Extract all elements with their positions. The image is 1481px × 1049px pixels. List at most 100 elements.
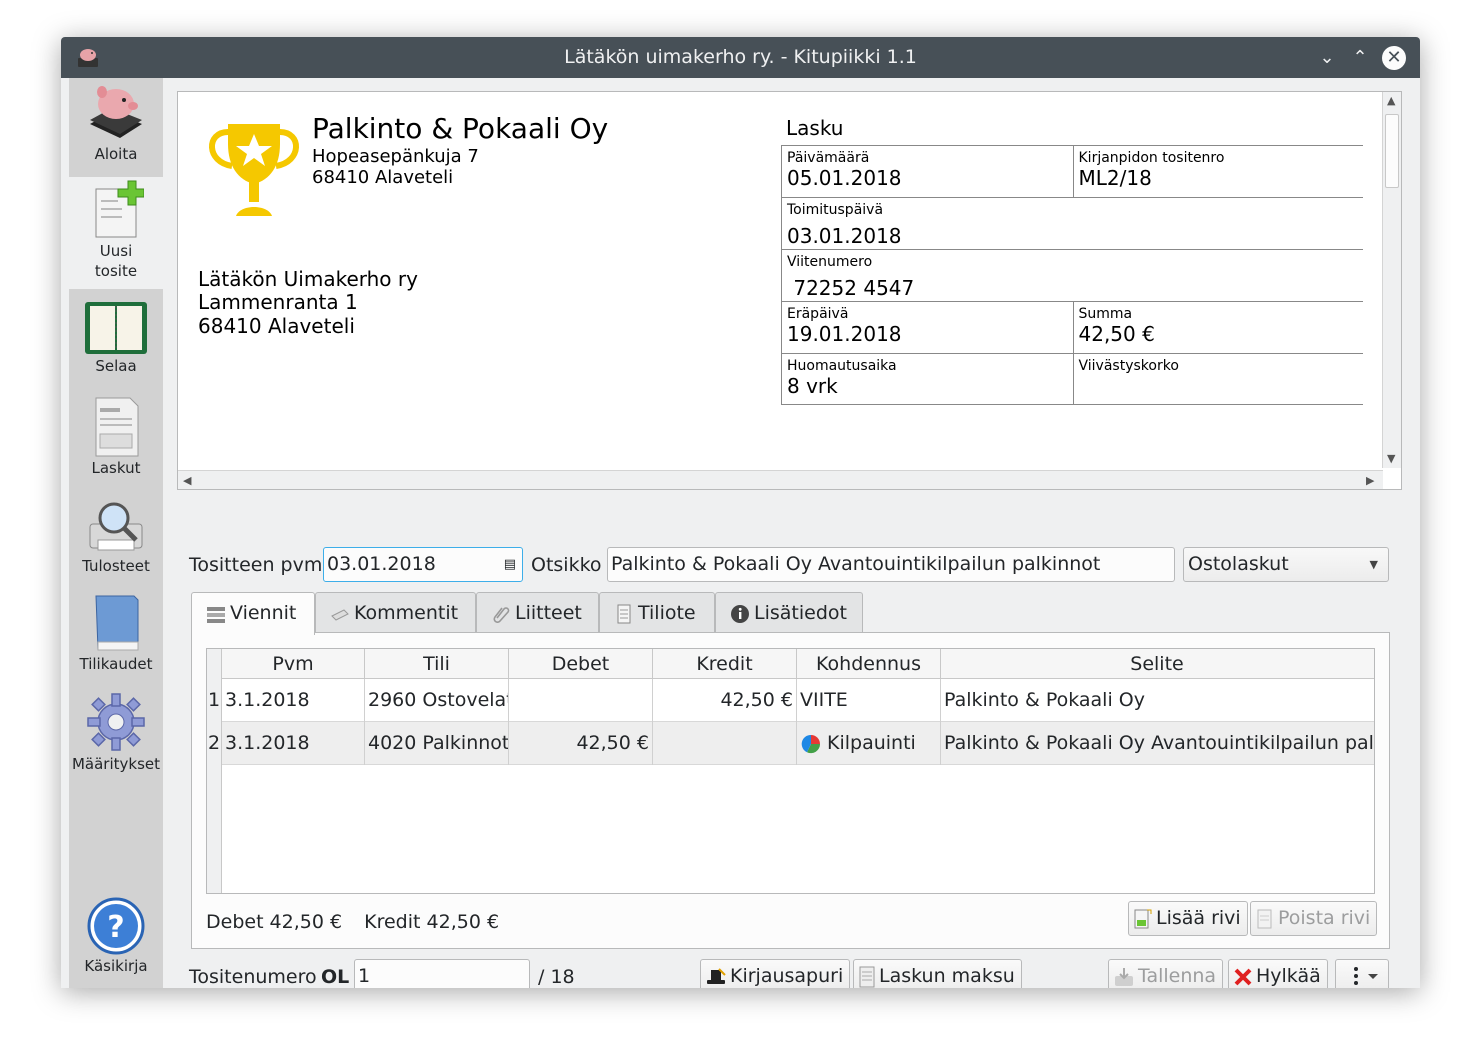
- customer-name: Lätäkön Uimakerho ry: [198, 267, 418, 291]
- red-cross-icon: [1234, 968, 1252, 985]
- date-input[interactable]: 03.01.2018 ▤: [323, 547, 523, 582]
- cell-debet[interactable]: [509, 679, 653, 722]
- company-name: Palkinto & Pokaali Oy: [312, 112, 609, 145]
- tab-tiliote-label: Tiliote: [638, 602, 696, 624]
- invoice-payment-button[interactable]: Laskun maksu: [853, 959, 1022, 988]
- viennit-panel: Pvm Tili Debet Kredit Kohdennus Selite 1…: [191, 632, 1390, 949]
- cell-kohdennus[interactable]: Kilpauinti: [797, 722, 941, 765]
- cell-selite[interactable]: Palkinto & Pokaali Oy Avantouintikilpail…: [941, 722, 1373, 765]
- piggy-bank-icon: [90, 86, 142, 138]
- voucher-number-label: Tositenumero: [189, 966, 317, 988]
- scroll-thumb[interactable]: [1385, 114, 1399, 188]
- chevron-down-icon: ▼: [1369, 558, 1378, 571]
- invoice-date-label: Päivämäärä: [787, 150, 870, 166]
- remove-row-button[interactable]: Poista rivi: [1250, 901, 1378, 936]
- sidebar-item-tulosteet[interactable]: Tulosteet: [69, 496, 163, 584]
- row-number: 2: [208, 732, 221, 754]
- document-type-value: Ostolaskut: [1188, 553, 1289, 575]
- tab-kommentit[interactable]: Kommentit: [315, 592, 476, 632]
- tab-liitteet[interactable]: Liitteet: [476, 592, 599, 632]
- close-button[interactable]: ✕: [1382, 46, 1406, 70]
- sidebar-item-maaritykset[interactable]: Määritykset: [69, 690, 163, 780]
- more-menu-button[interactable]: [1335, 959, 1389, 988]
- reject-label: Hylkää: [1256, 965, 1321, 987]
- invoice-date-value: 05.01.2018: [787, 166, 902, 190]
- trophy-icon: [209, 124, 299, 216]
- cell-pvm[interactable]: 3.1.2018: [222, 679, 365, 722]
- voucher-number-label: Kirjanpidon tositenro: [1078, 150, 1225, 166]
- sum-label: Summa: [1078, 306, 1133, 322]
- info-icon: [731, 604, 749, 623]
- add-row-button[interactable]: Lisää rivi: [1128, 901, 1248, 936]
- save-button[interactable]: Tallenna: [1108, 959, 1224, 988]
- table-row[interactable]: 2 3.1.2018 4020 Palkinnot 42,50 € Kilpau…: [208, 722, 1374, 765]
- statement-icon: [617, 604, 631, 623]
- row-number: 1: [208, 689, 221, 711]
- tab-tiliote[interactable]: Tiliote: [599, 592, 715, 632]
- voucher-number-value: ML2/18: [1078, 166, 1152, 190]
- cell-kredit[interactable]: 42,50 €: [653, 679, 797, 722]
- voucher-number-input[interactable]: 1: [354, 959, 530, 988]
- cell-tili[interactable]: 2960 Ostovelat: [365, 679, 509, 722]
- cell-pvm[interactable]: 3.1.2018: [222, 722, 365, 765]
- scroll-up-icon[interactable]: ▲: [1387, 94, 1395, 107]
- title-bar: Lätäkön uimakerho ry. - Kitupiikki 1.1 ⌄…: [61, 37, 1420, 78]
- title-label: Otsikko: [531, 554, 602, 576]
- cell-selite[interactable]: Palkinto & Pokaali Oy: [941, 679, 1373, 722]
- add-row-label: Lisää rivi: [1156, 907, 1241, 929]
- sidebar-item-kasikirja[interactable]: ? Käsikirja: [69, 896, 163, 988]
- company-city: 68410 Alaveteli: [312, 167, 454, 188]
- scroll-right-icon[interactable]: ▶: [1366, 474, 1374, 487]
- maximize-button[interactable]: ⌃: [1348, 46, 1372, 70]
- sidebar-item-laskut[interactable]: Laskut: [69, 396, 163, 484]
- tab-viennit[interactable]: Viennit: [191, 592, 315, 635]
- cell-tili[interactable]: 4020 Palkinnot: [365, 722, 509, 765]
- entries-icon: [207, 606, 225, 623]
- interest-label: Viivästyskorko: [1078, 358, 1179, 374]
- book-icon: [95, 595, 139, 651]
- title-input[interactable]: Palkinto & Pokaali Oy Avantouintikilpail…: [607, 547, 1175, 582]
- date-input-value: 03.01.2018: [327, 553, 436, 575]
- sidebar-label-tulosteet: Tulosteet: [82, 557, 150, 575]
- sidebar-item-aloita[interactable]: Aloita: [69, 78, 163, 176]
- comment-icon: [331, 608, 349, 621]
- table-row[interactable]: 1 3.1.2018 2960 Ostovelat 42,50 € VIITE …: [208, 679, 1374, 722]
- due-date-label: Eräpäivä: [787, 306, 849, 322]
- preview-vertical-scrollbar[interactable]: ▲ ▼: [1382, 92, 1401, 468]
- sidebar-item-tilikaudet[interactable]: Tilikaudet: [69, 592, 163, 680]
- paperclip-icon: [493, 606, 510, 623]
- header-tili[interactable]: Tili: [365, 649, 509, 679]
- header-debet[interactable]: Debet: [509, 649, 653, 679]
- preview-horizontal-scrollbar[interactable]: ◀ ▶: [178, 470, 1383, 489]
- wizard-label: Kirjausapuri: [730, 965, 844, 987]
- header-kohdennus[interactable]: Kohdennus: [797, 649, 941, 679]
- cell-debet[interactable]: 42,50 €: [509, 722, 653, 765]
- sidebar-label-laskut: Laskut: [91, 459, 141, 477]
- save-label: Tallenna: [1138, 965, 1217, 987]
- tab-lisatiedot[interactable]: Lisätiedot: [715, 592, 863, 632]
- delivery-date-value: 03.01.2018: [787, 224, 902, 248]
- header-pvm[interactable]: Pvm: [222, 649, 365, 679]
- ledger-book-icon: [85, 302, 147, 354]
- add-row-icon: [1134, 909, 1152, 928]
- content-area: Palkinto & Pokaali Oy Hopeasepänkuja 7 6…: [163, 78, 1420, 988]
- scroll-left-icon[interactable]: ◀: [183, 474, 191, 487]
- header-kredit[interactable]: Kredit: [653, 649, 797, 679]
- cell-kredit[interactable]: [653, 722, 797, 765]
- entries-table: Pvm Tili Debet Kredit Kohdennus Selite 1…: [206, 648, 1375, 894]
- sidebar-item-selaa[interactable]: Selaa: [69, 300, 163, 388]
- cell-kohdennus-label: Kilpauinti: [827, 732, 916, 754]
- minimize-button[interactable]: ⌄: [1315, 46, 1339, 70]
- sidebar-item-uusi-tosite[interactable]: Uusi tosite: [69, 177, 163, 289]
- calendar-icon[interactable]: ▤: [504, 548, 516, 581]
- sidebar-label-maaritykset: Määritykset: [71, 755, 161, 773]
- reject-button[interactable]: Hylkää: [1228, 959, 1328, 988]
- header-selite[interactable]: Selite: [941, 649, 1373, 679]
- svg-text:?: ?: [107, 910, 124, 945]
- tab-kommentit-label: Kommentit: [354, 602, 459, 624]
- wizard-button[interactable]: Kirjausapuri: [700, 959, 851, 988]
- document-type-select[interactable]: Ostolaskut ▼: [1183, 547, 1389, 582]
- scroll-down-icon[interactable]: ▼: [1387, 452, 1395, 465]
- main-window: Lätäkön uimakerho ry. - Kitupiikki 1.1 ⌄…: [61, 37, 1420, 988]
- cell-kohdennus[interactable]: VIITE: [797, 679, 941, 722]
